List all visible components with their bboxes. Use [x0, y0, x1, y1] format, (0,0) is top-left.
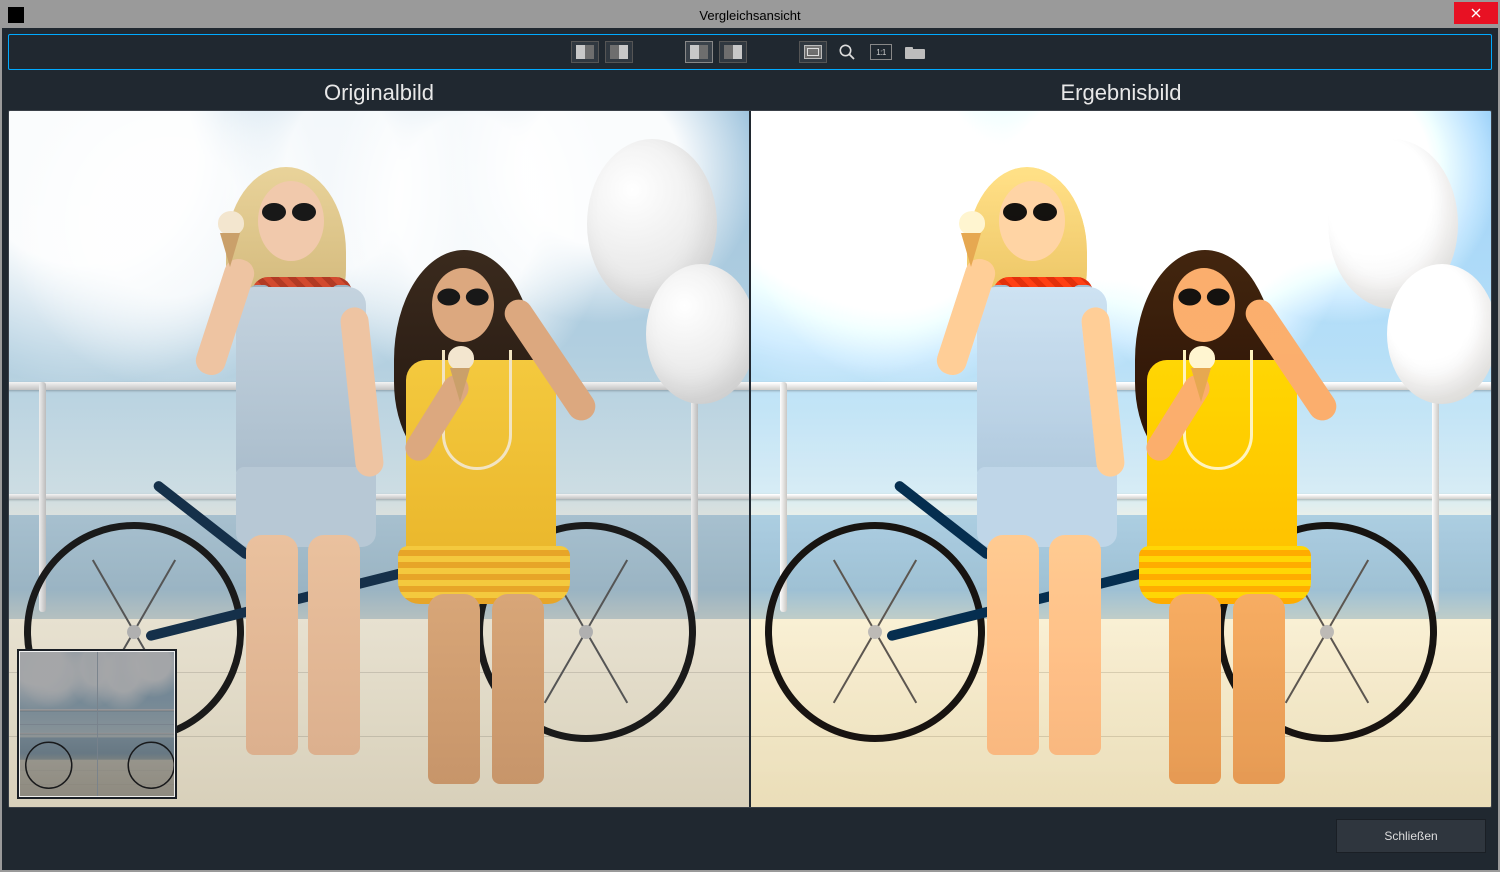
- fit-screen-button[interactable]: [799, 41, 827, 63]
- original-title: Originalbild: [8, 80, 750, 106]
- titlebar: Vergleichsansicht: [2, 2, 1498, 28]
- layout-left-right-button[interactable]: [571, 41, 599, 63]
- layout-side-by-side-button[interactable]: [685, 41, 713, 63]
- layout-left-right-icon: [576, 45, 594, 59]
- close-button[interactable]: Schließen: [1336, 819, 1486, 853]
- layout-right-left-button[interactable]: [605, 41, 633, 63]
- footer: Schließen: [8, 808, 1492, 864]
- layout-right-left-icon: [610, 45, 628, 59]
- original-pane[interactable]: [9, 111, 750, 807]
- toolbar: 1:1: [8, 34, 1492, 70]
- layout-mode-group-b: [685, 41, 747, 63]
- open-folder-button[interactable]: [901, 41, 929, 63]
- navigator-viewport-icon: [19, 651, 175, 797]
- one-to-one-icon: 1:1: [870, 44, 892, 60]
- result-pane[interactable]: [750, 111, 1491, 807]
- layout-mode-group: [571, 41, 633, 63]
- result-title: Ergebnisbild: [750, 80, 1492, 106]
- compare-region[interactable]: [8, 110, 1492, 808]
- close-icon: [1471, 8, 1481, 18]
- magnifier-icon: [838, 43, 856, 61]
- fit-screen-icon: [804, 45, 822, 59]
- one-to-one-button[interactable]: 1:1: [867, 41, 895, 63]
- view-tools-group: 1:1: [799, 41, 929, 63]
- folder-icon: [905, 45, 925, 59]
- layout-side-by-side-icon: [690, 45, 708, 59]
- layout-split-icon: [724, 45, 742, 59]
- pane-headers: Originalbild Ergebnisbild: [8, 76, 1492, 110]
- result-image: [750, 111, 1491, 807]
- zoom-button[interactable]: [833, 41, 861, 63]
- app-icon: [8, 7, 24, 23]
- window-close-button[interactable]: [1454, 2, 1498, 24]
- app-body: 1:1 Originalbild Ergebnisbild: [2, 28, 1498, 870]
- layout-split-button[interactable]: [719, 41, 747, 63]
- navigator-thumbnail[interactable]: [17, 649, 177, 799]
- window-title: Vergleichsansicht: [2, 8, 1498, 23]
- pane-divider[interactable]: [749, 111, 751, 807]
